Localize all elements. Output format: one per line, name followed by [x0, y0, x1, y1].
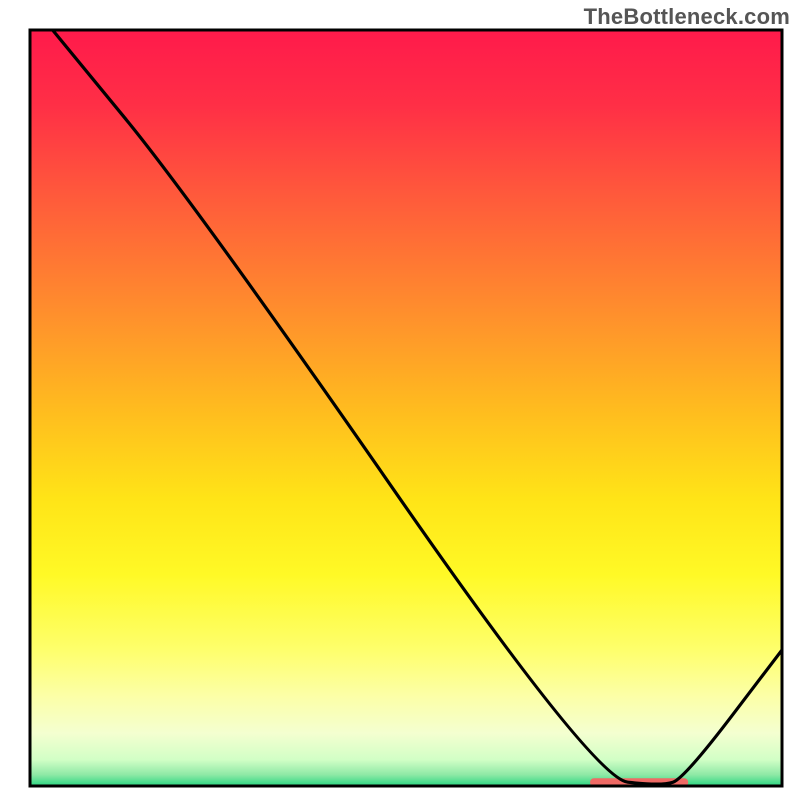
plot-area-gradient: [30, 30, 782, 786]
chart-wrapper: TheBottleneck.com: [0, 0, 800, 800]
watermark-text: TheBottleneck.com: [584, 4, 790, 30]
bottleneck-chart: [0, 0, 800, 800]
